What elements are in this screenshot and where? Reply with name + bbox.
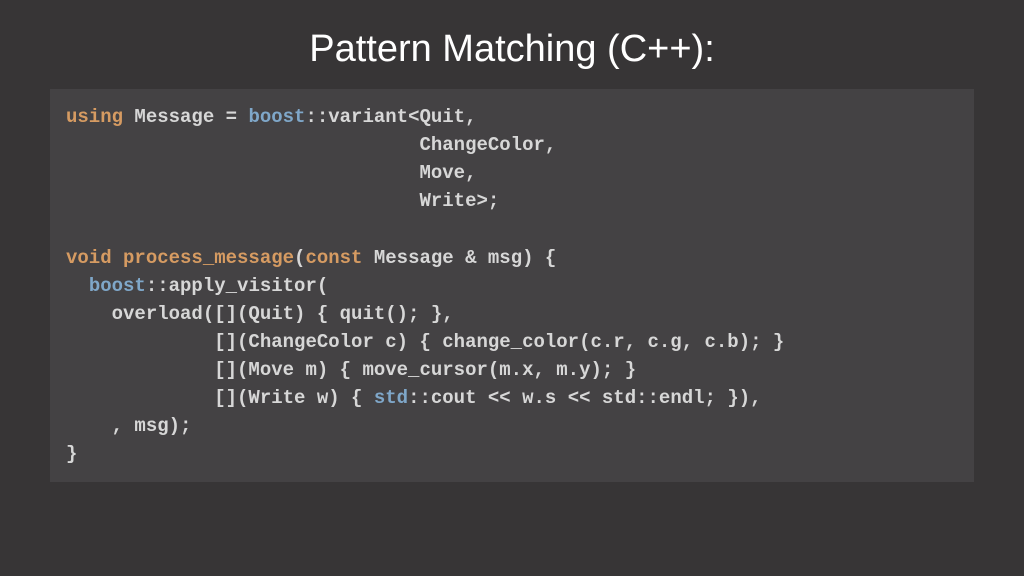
code-text: ::cout << w.s << std::endl; }), [408,387,761,409]
slide-title: Pattern Matching (C++): [50,28,974,71]
code-text: [](Write w) { [66,387,374,409]
code-text: , msg); [66,415,191,437]
code-text [66,275,89,297]
code-namespace: boost [89,275,146,297]
code-keyword: using [66,106,123,128]
code-text: ( [294,247,305,269]
code-text: } [66,443,77,465]
code-text [112,247,123,269]
code-block: using Message = boost::variant<Quit, Cha… [50,89,974,482]
code-function: process_message [123,247,294,269]
code-text: Message & msg) { [362,247,556,269]
code-text: Move, [66,162,476,184]
code-text: [](Move m) { move_cursor(m.x, m.y); } [66,359,636,381]
code-text: ::variant<Quit, [305,106,476,128]
code-text: ::apply_visitor( [146,275,328,297]
code-keyword: const [305,247,362,269]
code-text: ChangeColor, [66,134,556,156]
code-text: Write>; [66,190,499,212]
code-text: [](ChangeColor c) { change_color(c.r, c.… [66,331,784,353]
code-keyword: void [66,247,112,269]
code-text: overload([](Quit) { quit(); }, [66,303,454,325]
code-namespace: std [374,387,408,409]
slide: Pattern Matching (C++): using Message = … [0,0,1024,576]
code-namespace: boost [248,106,305,128]
code-text: Message = [123,106,248,128]
